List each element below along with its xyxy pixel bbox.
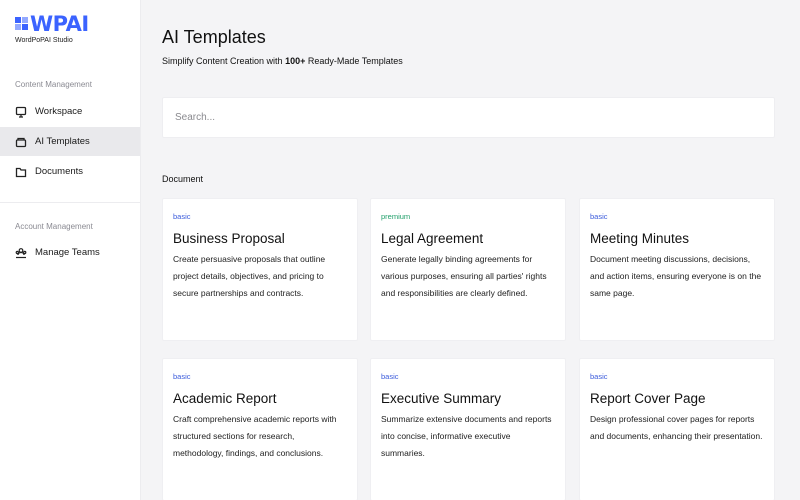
template-card-business-proposal[interactable]: basic Business Proposal Create persuasiv… [162,198,358,341]
card-title: Meeting Minutes [590,231,690,246]
tier-badge: basic [381,372,399,381]
template-icon [15,136,27,148]
card-title: Executive Summary [381,391,502,406]
subtitle-text: Simplify Content Creation with [162,56,286,66]
card-title: Business Proposal [173,231,285,246]
template-card-legal-agreement[interactable]: premium Legal Agreement Generate legally… [370,198,566,341]
search-input[interactable] [175,112,774,123]
template-card-executive-summary[interactable]: basic Executive Summary Summarize extens… [370,358,566,500]
subtitle-count: 100+ [285,56,306,66]
page-title: AI Templates [162,27,266,47]
sidebar-item-label: Documents [35,166,84,177]
logo-mark: WPAI [15,12,89,36]
template-card-academic-report[interactable]: basic Academic Report Craft comprehensiv… [162,358,358,500]
logo-text: WPAI [30,12,89,36]
card-title: Academic Report [173,391,277,406]
tier-badge: basic [590,372,608,381]
logo-subtitle: WordPoPAI Studio [15,37,73,44]
template-card-report-cover-page[interactable]: basic Report Cover Page Design professio… [579,358,775,500]
logo-grid-icon [15,17,29,31]
card-description: Document meeting discussions, decisions,… [590,254,762,298]
folder-icon [15,166,27,178]
card-title: Legal Agreement [381,231,484,246]
monitor-icon [15,106,27,118]
app-window: WPAI WordPoPAI Studio Content Management… [0,0,800,500]
sidebar-item-manage-teams[interactable]: Manage Teams [0,238,140,267]
content-management-label: Content Management [15,80,92,89]
tier-badge: basic [173,212,191,221]
account-management-label: Account Management [15,222,93,231]
sidebar-item-label: Manage Teams [35,247,100,258]
subtitle-text-end: Ready-Made Templates [305,56,403,66]
sidebar: WPAI WordPoPAI Studio Content Management… [0,0,141,500]
sidebar-item-ai-templates[interactable]: AI Templates [0,127,140,156]
card-description: Summarize extensive documents and report… [381,414,552,458]
card-description: Generate legally binding agreements for … [381,254,547,298]
brand-logo[interactable]: WPAI WordPoPAI Studio [15,12,89,50]
card-description: Design professional cover pages for repo… [590,414,763,441]
card-description: Craft comprehensive academic reports wit… [173,414,337,458]
card-description: Create persuasive proposals that outline… [173,254,326,298]
sidebar-item-label: AI Templates [35,136,90,147]
template-card-meeting-minutes[interactable]: basic Meeting Minutes Document meeting d… [579,198,775,341]
search-box [162,97,775,138]
tier-badge: basic [590,212,608,221]
sidebar-item-label: Workspace [35,106,83,117]
sidebar-item-workspace[interactable]: Workspace [0,97,140,126]
tier-badge: premium [381,212,411,221]
sidebar-item-documents[interactable]: Documents [0,157,140,186]
sidebar-divider [0,202,140,203]
page-subtitle: Simplify Content Creation with 100+ Read… [162,56,403,66]
main-content: AI Templates Simplify Content Creation w… [141,0,800,500]
tier-badge: basic [173,372,191,381]
category-heading: Document [162,174,204,184]
teams-icon [15,247,27,259]
card-title: Report Cover Page [590,391,706,406]
